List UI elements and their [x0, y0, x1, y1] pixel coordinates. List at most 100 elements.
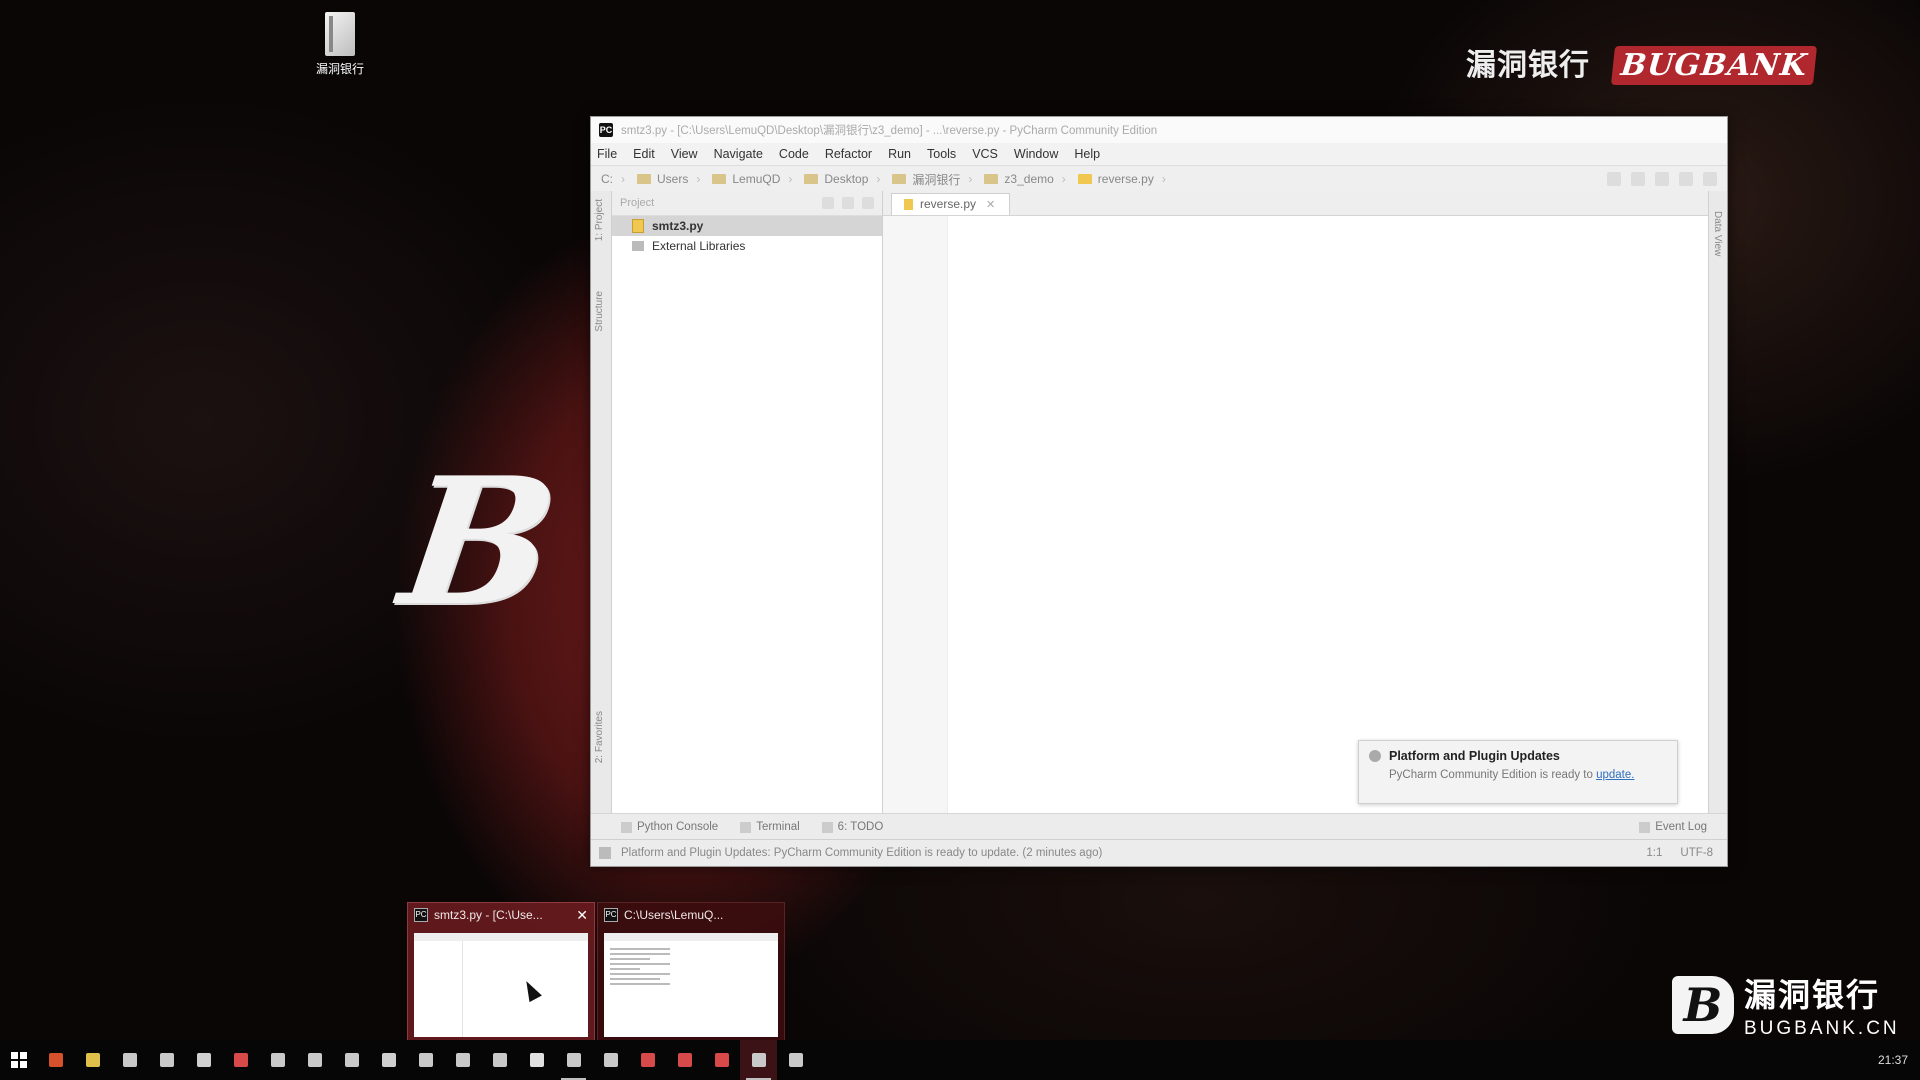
breadcrumb-item[interactable]: z3_demo › [984, 172, 1066, 186]
menu-window[interactable]: Window [1014, 147, 1058, 161]
toolwindow-toggle-icon[interactable] [599, 847, 611, 859]
app-icon [492, 1053, 507, 1067]
taskbar-app-button[interactable] [592, 1040, 629, 1080]
menu-view[interactable]: View [671, 147, 698, 161]
tree-item-smtz3[interactable]: smtz3.py [612, 216, 882, 236]
tree-item-external-libraries[interactable]: External Libraries [612, 236, 882, 256]
project-toolwindow-button[interactable]: 1: Project [594, 199, 605, 241]
app-icon [455, 1053, 470, 1067]
pycharm-window[interactable]: PC smtz3.py - [C:\Users\LemuQD\Desktop\漏… [590, 116, 1728, 867]
menu-edit[interactable]: Edit [633, 147, 655, 161]
app-icon [381, 1053, 396, 1067]
menu-run[interactable]: Run [888, 147, 911, 161]
taskbar-app-button[interactable] [74, 1040, 111, 1080]
hide-icon[interactable] [862, 197, 874, 209]
run-config-icon[interactable] [1607, 172, 1621, 186]
library-icon [632, 241, 644, 251]
breadcrumb-item[interactable]: reverse.py › [1077, 172, 1166, 186]
folder-icon [984, 174, 999, 184]
project-panel: Project smtz3.py External Libraries [612, 191, 883, 814]
preview-thumbnail [414, 933, 588, 1037]
taskbar-app-button[interactable] [481, 1040, 518, 1080]
status-bar: Platform and Plugin Updates: PyCharm Com… [591, 839, 1727, 866]
taskbar-app-button[interactable] [37, 1040, 74, 1080]
breadcrumb-item[interactable]: Users › [637, 172, 700, 186]
tab-label: reverse.py [920, 197, 977, 211]
taskbar-app-button[interactable] [703, 1040, 740, 1080]
taskbar-app-button[interactable] [222, 1040, 259, 1080]
todo-button[interactable]: 6: TODO [821, 821, 883, 833]
terminal-icon [740, 821, 752, 833]
breadcrumb-item[interactable]: C: › [601, 172, 625, 186]
taskbar-app-button[interactable] [518, 1040, 555, 1080]
code-editor[interactable] [948, 216, 1708, 814]
taskbar-app-button[interactable] [666, 1040, 703, 1080]
app-icon [677, 1053, 692, 1067]
menu-file[interactable]: File [597, 147, 617, 161]
python-file-icon [904, 198, 913, 210]
menu-tools[interactable]: Tools [927, 147, 956, 161]
watermark-bottom-en: BUGBANK.CN [1744, 1018, 1900, 1039]
menu-refactor[interactable]: Refactor [825, 147, 872, 161]
watermark-top-cn: 漏洞银行 [1466, 49, 1590, 82]
breadcrumb-item[interactable]: Desktop › [804, 172, 880, 186]
taskbar-clock[interactable]: 21:37 [1878, 1053, 1908, 1067]
file-encoding[interactable]: UTF-8 [1680, 847, 1713, 859]
taskbar-app-button[interactable] [370, 1040, 407, 1080]
desktop-icon-folder[interactable]: 漏洞银行 [312, 12, 368, 77]
caret-position[interactable]: 1:1 [1646, 847, 1662, 859]
taskbar-app-button[interactable] [333, 1040, 370, 1080]
menu-navigate[interactable]: Navigate [714, 147, 763, 161]
search-icon[interactable] [1703, 172, 1717, 186]
watermark-bottom: B 漏洞银行 BUGBANK.CN [1672, 970, 1900, 1040]
run-icon[interactable] [1631, 172, 1645, 186]
close-tab-icon[interactable]: ✕ [986, 198, 995, 211]
python-file-icon [632, 219, 644, 233]
app-icon [344, 1053, 359, 1067]
menu-help[interactable]: Help [1074, 147, 1100, 161]
folder-icon [712, 174, 727, 184]
window-titlebar[interactable]: PC smtz3.py - [C:\Users\LemuQD\Desktop\漏… [591, 117, 1727, 143]
app-icon [640, 1053, 655, 1067]
tab-reverse-py[interactable]: reverse.py ✕ [891, 193, 1011, 215]
start-button[interactable] [0, 1040, 37, 1080]
breadcrumb: C: › Users › LemuQD › Desktop › 漏洞银行 › z3_dem… [591, 166, 1727, 193]
event-log-icon [1639, 821, 1651, 833]
taskbar-app-button[interactable] [185, 1040, 222, 1080]
preview-title: C:\Users\LemuQ... [624, 908, 724, 922]
taskbar-app-button[interactable] [148, 1040, 185, 1080]
taskbar-app-button[interactable] [740, 1040, 777, 1080]
stop-icon[interactable] [1679, 172, 1693, 186]
watermark-top-brand: BUGBANK [1611, 46, 1818, 85]
taskbar-app-button[interactable] [296, 1040, 333, 1080]
settings-icon[interactable] [842, 197, 854, 209]
taskbar-app-button[interactable] [259, 1040, 296, 1080]
update-link[interactable]: update. [1596, 769, 1634, 781]
taskbar-app-button[interactable] [111, 1040, 148, 1080]
sync-icon[interactable] [822, 197, 834, 209]
debug-icon[interactable] [1655, 172, 1669, 186]
breadcrumb-item[interactable]: LemuQD › [712, 172, 792, 186]
status-message[interactable]: Platform and Plugin Updates: PyCharm Com… [621, 847, 1102, 859]
data-view-toolwindow-button[interactable]: Data View [1712, 211, 1723, 256]
event-log-button[interactable]: Event Log [1639, 821, 1707, 833]
taskbar-app-button[interactable] [444, 1040, 481, 1080]
taskbar-app-button[interactable] [629, 1040, 666, 1080]
app-icon [307, 1053, 322, 1067]
favorites-toolwindow-button[interactable]: 2: Favorites [594, 711, 605, 763]
project-view-selector[interactable]: Project [620, 197, 654, 209]
terminal-button[interactable]: Terminal [740, 821, 800, 833]
taskbar-app-button[interactable] [407, 1040, 444, 1080]
breadcrumb-item[interactable]: 漏洞银行 › [892, 171, 972, 188]
close-preview-icon[interactable]: ✕ [576, 907, 588, 924]
structure-toolwindow-button[interactable]: Structure [594, 291, 605, 332]
info-icon [1369, 750, 1381, 762]
menu-code[interactable]: Code [779, 147, 809, 161]
preview-title: smtz3.py - [C:\Use... [434, 908, 543, 922]
menu-vcs[interactable]: VCS [972, 147, 998, 161]
python-console-button[interactable]: Python Console [621, 821, 718, 833]
taskbar-preview-pycharm[interactable]: PC smtz3.py - [C:\Use... ✕ [407, 902, 595, 1046]
taskbar-preview-pycharm-2[interactable]: PC C:\Users\LemuQ... [597, 902, 785, 1046]
taskbar-app-button[interactable] [555, 1040, 592, 1080]
taskbar-app-button[interactable] [777, 1040, 814, 1080]
